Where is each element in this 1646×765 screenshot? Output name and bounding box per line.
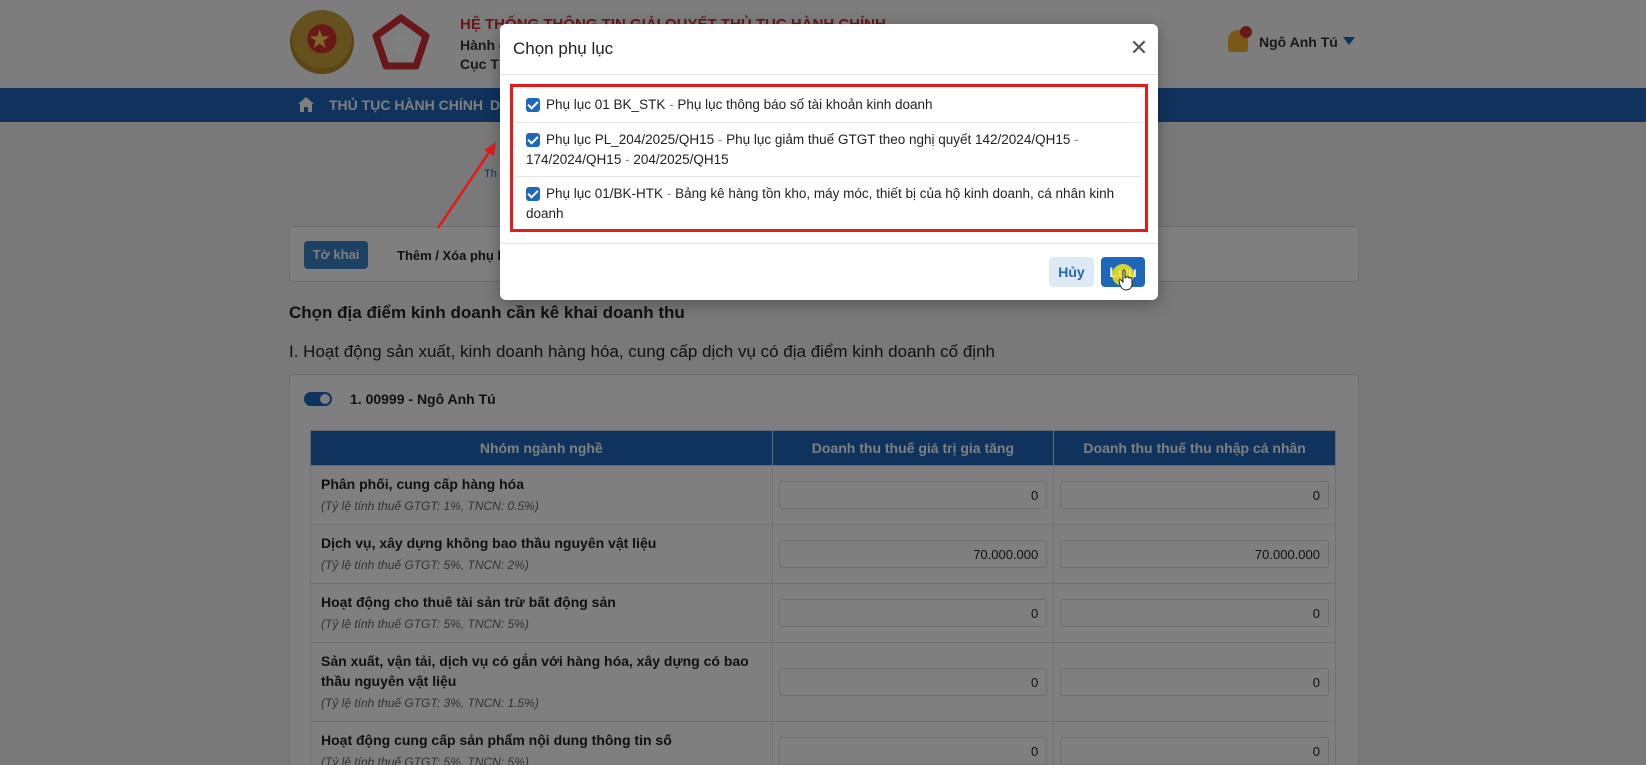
hand-cursor-icon <box>1118 269 1133 291</box>
cancel-button[interactable]: Hủy <box>1049 257 1094 287</box>
dialog-title: Chọn phụ lục <box>513 39 614 58</box>
divider <box>500 243 1158 244</box>
select-appendix-dialog: Chọn phụ lục ✕ Phụ lục 01 BK_STK - Phụ l… <box>500 24 1158 300</box>
annotation-arrow <box>436 142 496 229</box>
annotation-highlight-box <box>510 84 1148 232</box>
close-icon[interactable]: ✕ <box>1128 38 1150 60</box>
divider <box>500 74 1158 75</box>
